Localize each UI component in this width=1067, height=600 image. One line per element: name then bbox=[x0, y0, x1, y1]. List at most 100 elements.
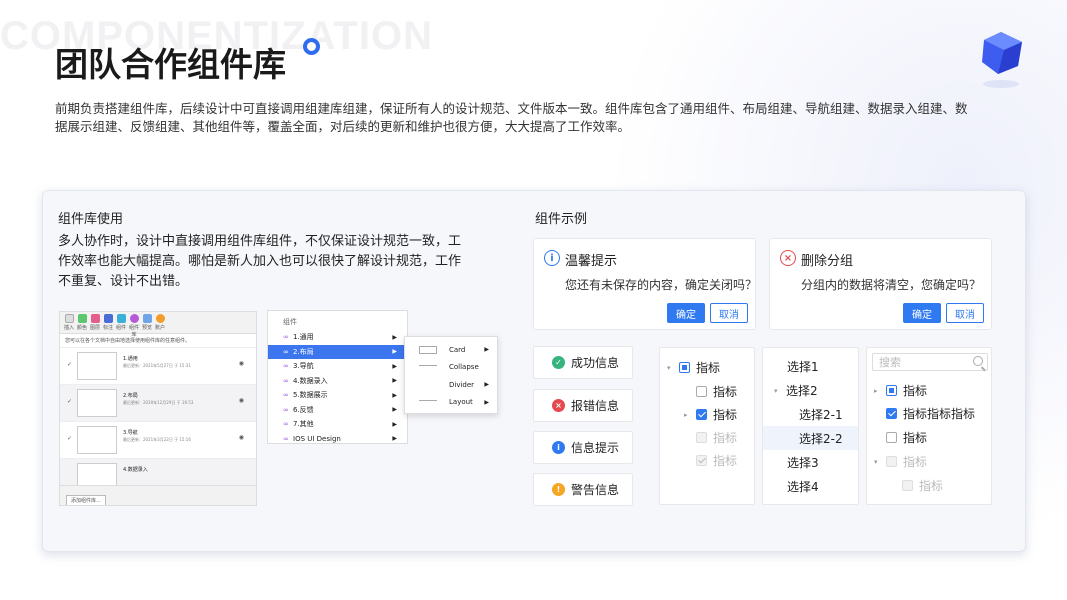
message-success[interactable]: ✓ 成功信息 bbox=[533, 346, 633, 379]
library-toolbar: 插入 颜色 图层 标注 组件 组件库 预览 账户 bbox=[60, 312, 256, 338]
menu-item-feedback[interactable]: ∞ 6.反馈 ▶ bbox=[268, 403, 407, 418]
usage-text: 多人协作时，设计中直接调用组件库组件，不仅保证设计规范一致，工作效率也能大幅提高… bbox=[58, 234, 462, 289]
search-input[interactable]: 搜索 bbox=[872, 353, 988, 371]
tree-node-label: 指标 bbox=[696, 361, 721, 375]
dialog-message: 您还有未保存的内容，确定关闭吗？ bbox=[565, 278, 758, 292]
checkbox-tree-panel: ▾ 指标 指标 ▸ 指标 指标 指标 bbox=[659, 347, 755, 505]
menu-item-data-entry[interactable]: ∞ 4.数据录入 ▶ bbox=[268, 374, 407, 389]
library-item-date: 最后更新：2021年5月27日 于 15:31 bbox=[123, 363, 191, 368]
tree-node[interactable]: ▾ 指标 bbox=[667, 359, 720, 376]
tree-node[interactable]: 选择1 bbox=[787, 358, 819, 375]
select-tree-panel: 选择1 ▾ 选择2 选择2-1 选择2-2 选择3 选择4 bbox=[762, 347, 859, 505]
library-row[interactable]: ✓ 1.通用 最后更新：2021年5月27日 于 15:31 ◉ bbox=[60, 348, 256, 385]
tool-label: 图层 bbox=[90, 325, 101, 331]
menu-item-label: 7.其他 bbox=[293, 420, 314, 429]
checkbox[interactable] bbox=[696, 386, 707, 397]
arrow-right-icon: ▶ bbox=[392, 406, 397, 414]
tree-node-label: 指标 bbox=[713, 385, 738, 399]
submenu-item-layout[interactable]: Layout ▶ bbox=[405, 394, 497, 412]
page-title: 团队合作组件库 bbox=[55, 45, 286, 84]
tool-library[interactable]: 组件库 bbox=[129, 314, 139, 338]
tree-node[interactable]: 选择3 bbox=[787, 454, 819, 471]
info-icon: i bbox=[552, 441, 565, 454]
tree-node-selected[interactable]: 选择2-2 bbox=[799, 430, 843, 447]
tool-mark[interactable]: 标注 bbox=[103, 314, 113, 331]
library-row[interactable]: ✓ 2.布局 最后更新：2020年12月29日 于 16:53 ◉ bbox=[60, 385, 256, 422]
menu-item-general[interactable]: ∞ 1.通用 ▶ bbox=[268, 330, 407, 345]
submenu-item-divider[interactable]: Divider ▶ bbox=[405, 376, 497, 394]
tool-component[interactable]: 组件 bbox=[116, 314, 126, 331]
cancel-button[interactable]: 取消 bbox=[710, 303, 748, 323]
symbol-icon: ∞ bbox=[283, 347, 289, 356]
submenu-item-card[interactable]: Card ▶ bbox=[405, 341, 497, 359]
tree-node[interactable]: 指标指标指标 bbox=[886, 405, 975, 422]
tree-node[interactable]: ▸ 指标 bbox=[684, 406, 737, 423]
tool-label: 插入 bbox=[64, 325, 75, 331]
eye-icon[interactable]: ◉ bbox=[239, 434, 244, 441]
tool-color[interactable]: 颜色 bbox=[77, 314, 87, 331]
divider-icon bbox=[419, 383, 437, 387]
add-library-button[interactable]: 添加组件库... bbox=[66, 495, 106, 505]
submenu-label: Card bbox=[449, 345, 466, 354]
tree-node-label: 指标 bbox=[713, 431, 738, 445]
cancel-button[interactable]: 取消 bbox=[946, 303, 984, 323]
mark-icon bbox=[103, 314, 113, 323]
message-warning[interactable]: ! 警告信息 bbox=[533, 473, 633, 506]
menu-header: 组件 bbox=[283, 318, 297, 326]
tree-node-label: 选择4 bbox=[787, 480, 819, 494]
tree-node: 指标 bbox=[902, 477, 943, 494]
symbol-icon: ∞ bbox=[283, 405, 289, 414]
checkbox[interactable] bbox=[886, 385, 897, 396]
submenu-label: Divider bbox=[449, 380, 475, 389]
menu-item-nav[interactable]: ∞ 3.导航 ▶ bbox=[268, 359, 407, 374]
tool-preview[interactable]: 预览 bbox=[142, 314, 152, 331]
library-panel: 插入 颜色 图层 标注 组件 组件库 预览 账户 您可以在各个文档中自由地选择使… bbox=[59, 311, 257, 506]
tree-node[interactable]: ▾ 选择2 bbox=[774, 382, 818, 399]
tree-node-label: 选择3 bbox=[787, 456, 819, 470]
checkbox bbox=[696, 455, 707, 466]
dialog-delete-group: × 删除分组 分组内的数据将清空，您确定吗？ 确定 取消 bbox=[769, 238, 992, 330]
menu-item-label: IOS UI Design bbox=[293, 434, 341, 443]
confirm-button[interactable]: 确定 bbox=[667, 303, 705, 323]
tree-node[interactable]: 选择2-1 bbox=[799, 406, 843, 423]
confirm-button[interactable]: 确定 bbox=[903, 303, 941, 323]
library-row[interactable]: ✓ 3.导航 最后更新：2021年3月22日 于 15:16 ◉ bbox=[60, 422, 256, 459]
search-tree-panel: 搜索 ▸ 指标 指标指标指标 指标 ▾ 指标 指标 bbox=[866, 347, 992, 505]
menu-item-layout[interactable]: ∞ 2.布局 ▶ bbox=[268, 344, 407, 359]
menu-item-ios[interactable]: ∞ IOS UI Design ▶ bbox=[268, 432, 407, 447]
library-thumbnail bbox=[77, 389, 117, 417]
eye-icon[interactable]: ◉ bbox=[239, 397, 244, 404]
tool-account[interactable]: 账户 bbox=[155, 314, 165, 331]
tree-node[interactable]: 指标 bbox=[696, 383, 737, 400]
submenu-item-collapse[interactable]: Collapse bbox=[405, 359, 497, 377]
menu-item-data-display[interactable]: ∞ 5.数据展示 ▶ bbox=[268, 388, 407, 403]
arrow-right-icon: ▶ bbox=[392, 362, 397, 370]
menu-item-other[interactable]: ∞ 7.其他 ▶ bbox=[268, 417, 407, 432]
tree-node-label: 选择1 bbox=[787, 360, 819, 374]
message-error[interactable]: × 报错信息 bbox=[533, 389, 633, 422]
tree-node: 指标 bbox=[696, 452, 737, 469]
arrow-right-icon: ▶ bbox=[484, 381, 489, 389]
eye-icon[interactable]: ◉ bbox=[239, 360, 244, 367]
library-thumbnail bbox=[77, 352, 117, 380]
message-info[interactable]: i 信息提示 bbox=[533, 431, 633, 464]
tree-node[interactable]: 指标 bbox=[886, 429, 927, 446]
tool-insert[interactable]: 插入 bbox=[64, 314, 74, 331]
tree-node[interactable]: ▸ 指标 bbox=[874, 382, 927, 399]
submenu-label: Collapse bbox=[449, 363, 479, 372]
check-icon: ✓ bbox=[67, 361, 73, 368]
info-icon: i bbox=[544, 250, 560, 266]
tree-node[interactable]: 选择4 bbox=[787, 478, 819, 495]
tree-node: 指标 bbox=[696, 429, 737, 446]
checkbox[interactable] bbox=[886, 408, 897, 419]
checkbox[interactable] bbox=[886, 432, 897, 443]
tool-layer[interactable]: 图层 bbox=[90, 314, 100, 331]
tree-node-label: 指标 bbox=[713, 408, 738, 422]
submenu-label: Layout bbox=[449, 398, 473, 407]
tree-node-label: 指标指标指标 bbox=[903, 407, 976, 421]
symbol-icon: ∞ bbox=[283, 420, 289, 429]
symbol-icon: ∞ bbox=[283, 391, 289, 400]
checkbox[interactable] bbox=[696, 409, 707, 420]
checkbox[interactable] bbox=[679, 362, 690, 373]
menu-item-label: 5.数据展示 bbox=[293, 391, 328, 400]
